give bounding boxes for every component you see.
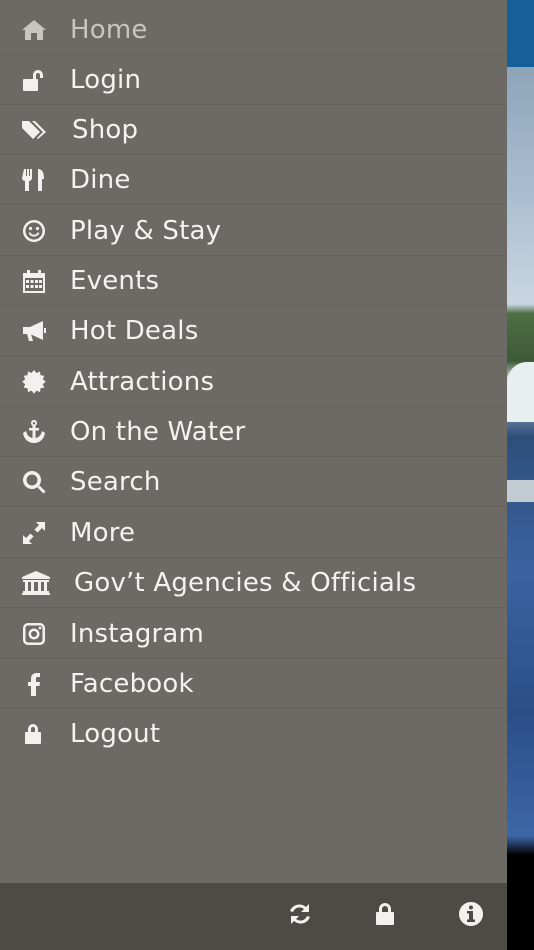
lock-icon [20,720,48,748]
side-menu-drawer: Home Login Shop Dine Play & Stay Events [0,0,507,883]
menu-item-login[interactable]: Login [0,55,507,105]
menu-item-label: Events [70,265,160,296]
institution-icon [20,569,52,597]
menu-item-label: Search [70,466,161,497]
background-photo-building [507,362,534,422]
menu-item-label: Login [70,64,142,95]
menu-item-more[interactable]: More [0,508,507,558]
menu-item-facebook[interactable]: Facebook [0,659,507,709]
info-icon [457,900,485,932]
instagram-icon [20,620,48,648]
menu-item-shop[interactable]: Shop [0,105,507,155]
menu-item-attractions[interactable]: Attractions [0,357,507,407]
menu-item-label: More [70,517,136,548]
lock-icon [371,900,399,932]
menu-item-label: Dine [70,164,131,195]
background-app-content [507,0,534,950]
tags-icon [20,116,48,144]
background-footer [507,883,534,950]
menu-item-label: Play & Stay [70,215,222,246]
facebook-icon [20,670,48,698]
cutlery-icon [20,166,48,194]
menu-item-logout[interactable]: Logout [0,709,507,759]
menu-item-label: Shop [72,114,139,145]
smile-icon [20,217,48,245]
menu-item-home[interactable]: Home [0,5,507,55]
expand-icon [20,519,48,547]
lock-button[interactable] [366,897,404,935]
menu-item-govt-agencies[interactable]: Gov’t Agencies & Officials [0,558,507,608]
calendar-icon [20,267,48,295]
search-icon [20,468,48,496]
background-photo-boat [507,480,534,502]
menu-item-label: Hot Deals [70,315,199,346]
menu-item-instagram[interactable]: Instagram [0,609,507,659]
refresh-button[interactable] [281,897,319,935]
menu-item-label: Home [70,14,148,45]
megaphone-icon [20,317,48,345]
menu-item-search[interactable]: Search [0,457,507,507]
menu-item-label: Attractions [70,366,215,397]
background-header [507,0,534,67]
bottom-toolbar [0,883,507,950]
menu-item-label: Logout [70,719,161,749]
menu-item-label: On the Water [70,416,246,447]
unlock-icon [20,66,48,94]
anchor-icon [20,418,48,446]
menu-item-hot-deals[interactable]: Hot Deals [0,306,507,356]
info-button[interactable] [452,897,490,935]
menu-item-on-the-water[interactable]: On the Water [0,407,507,457]
badge-icon [20,368,48,396]
refresh-icon [286,900,314,932]
menu-item-label: Instagram [70,618,205,649]
menu-item-play-stay[interactable]: Play & Stay [0,206,507,256]
menu-item-label: Facebook [70,668,194,699]
home-icon [20,16,48,44]
menu-item-label: Gov’t Agencies & Officials [74,567,417,598]
menu-item-dine[interactable]: Dine [0,155,507,205]
menu-item-events[interactable]: Events [0,256,507,306]
